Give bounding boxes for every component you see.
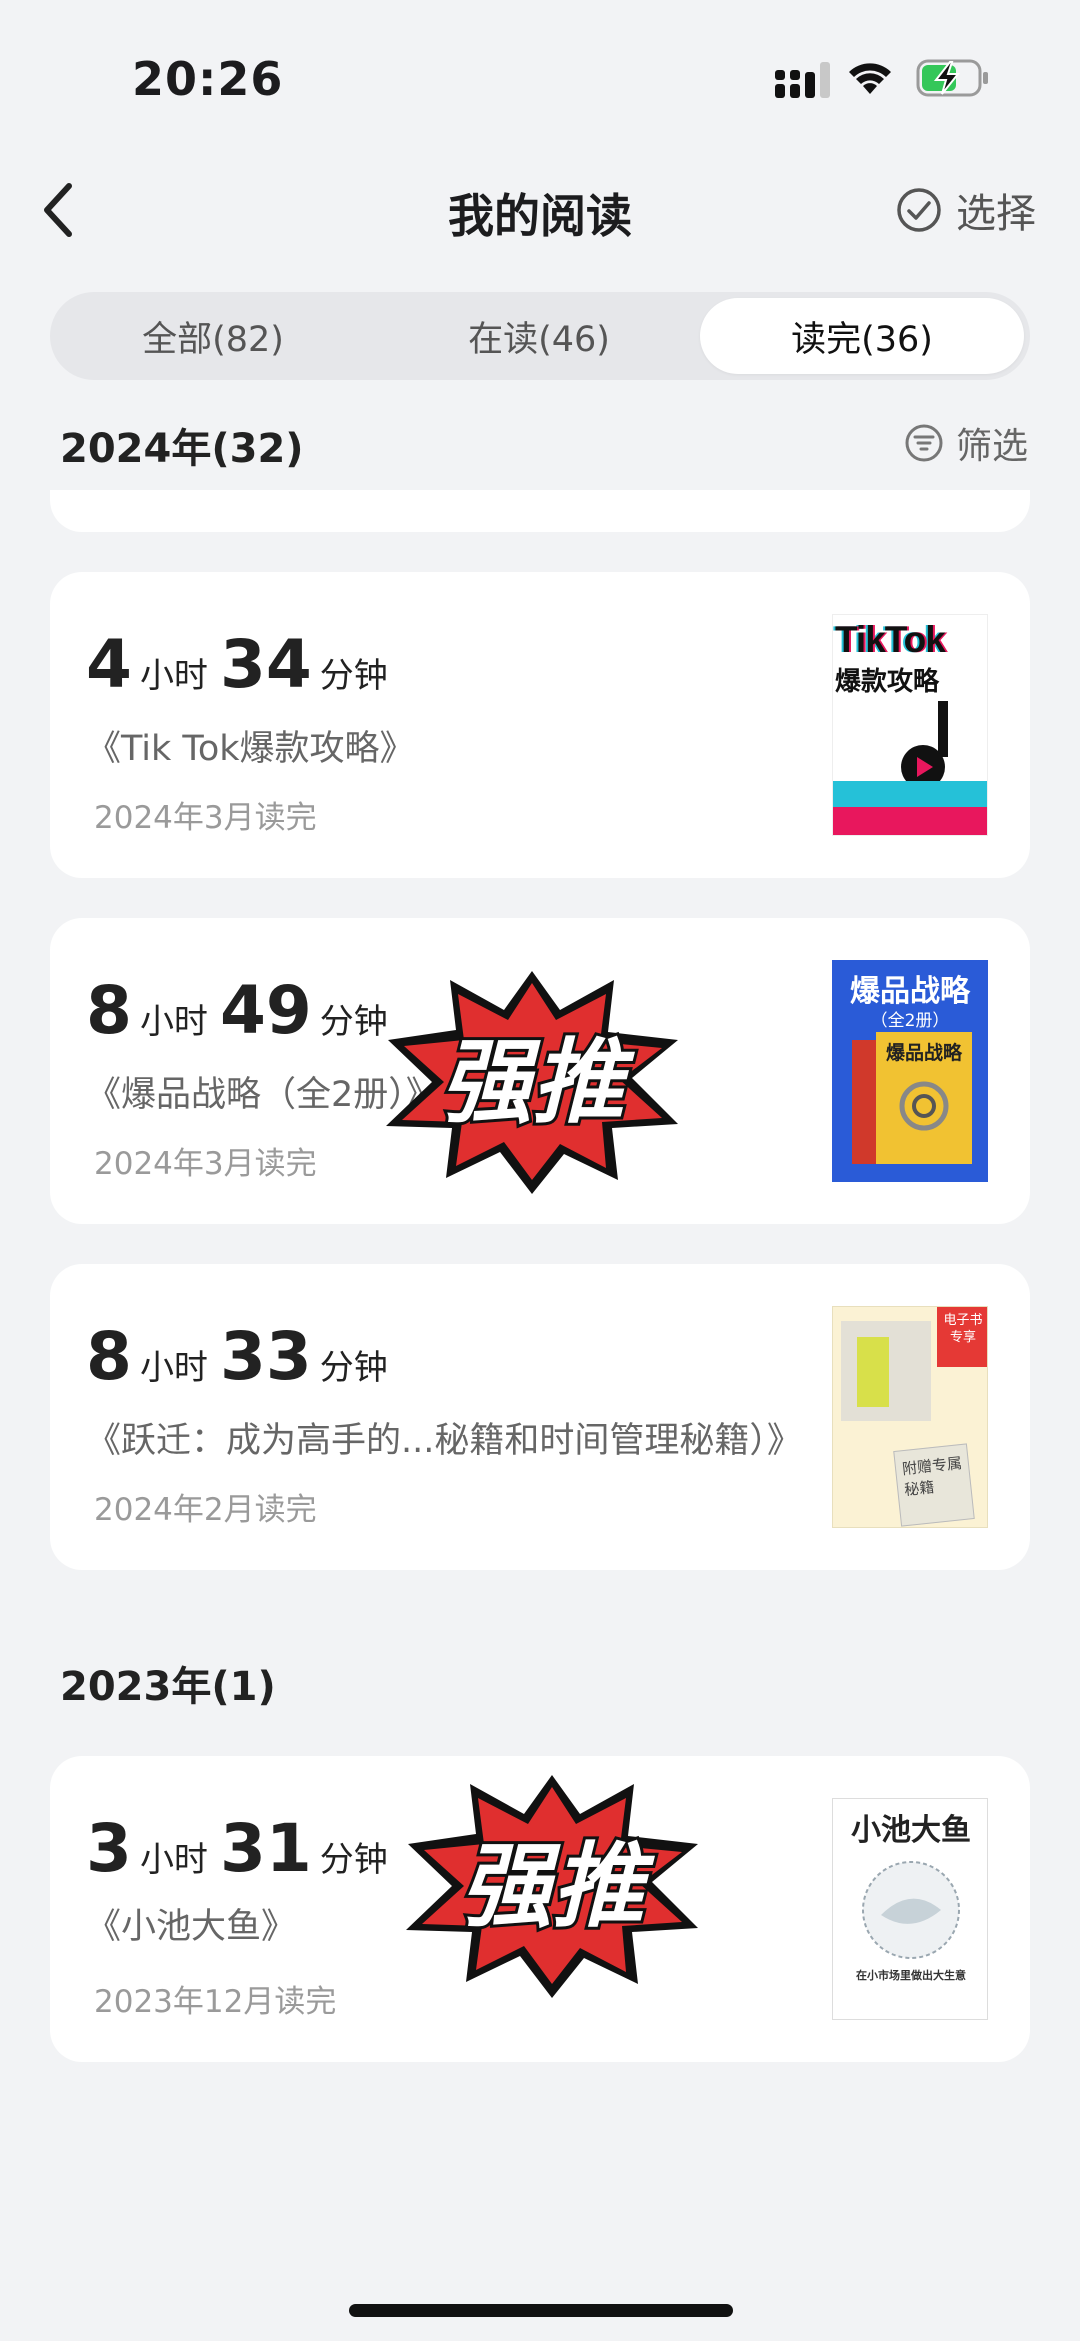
minute-unit: 分钟 — [319, 1348, 388, 1388]
hour-unit: 小时 — [139, 1002, 208, 1042]
hour-unit: 小时 — [139, 1348, 208, 1388]
minute-unit: 分钟 — [319, 1002, 388, 1042]
book-cover-xiaochidayu[interactable]: 小池大鱼 在小市场里做出大生意 — [832, 1798, 988, 2020]
finish-date: 2023年12月读完 — [94, 1984, 337, 2020]
duration-minutes: 31 — [219, 1810, 312, 1887]
book-cover-tiktok[interactable]: TikTok 爆款攻略 — [832, 614, 988, 836]
home-indicator — [349, 2304, 733, 2317]
book-cover-baopin[interactable]: 爆品战略 （全2册） 爆品战略 — [832, 960, 988, 1182]
book-card[interactable]: 4 小时 34 分钟 《Tik Tok爆款攻略》 2024年3月读完 TikTo… — [50, 572, 1030, 878]
status-time: 20:26 — [132, 52, 284, 106]
duration-minutes: 33 — [219, 1318, 312, 1395]
hour-unit: 小时 — [139, 656, 208, 696]
finish-date: 2024年2月读完 — [94, 1492, 317, 1528]
book-card[interactable]: 3 小时 31 分钟 《小池大鱼》 2023年12月读完 小池大鱼 在小市场里做… — [50, 1756, 1030, 2062]
card-partial-top[interactable] — [50, 490, 1030, 532]
reading-duration: 4 小时 34 分钟 — [86, 632, 400, 698]
status-bar: 20:26 — [0, 0, 1080, 150]
book-title: 《小池大鱼》 — [86, 1907, 297, 1947]
duration-minutes: 49 — [219, 972, 312, 1049]
book-title: 《跃迁：成为高手的...秘籍和时间管理秘籍）》 — [86, 1421, 802, 1461]
duration-hours: 4 — [86, 626, 132, 703]
reading-duration: 3 小时 31 分钟 — [86, 1816, 400, 1882]
sticker-text: 强推 — [460, 1833, 655, 1940]
book-card[interactable]: 8 小时 49 分钟 《爆品战略（全2册）》 2024年3月读完 爆品战略 （全… — [50, 918, 1030, 1224]
hour-unit: 小时 — [139, 1840, 208, 1880]
cellular-signal-icon — [775, 62, 830, 98]
wifi-icon — [849, 63, 891, 94]
select-label: 选择 — [956, 191, 1036, 237]
section-header-2024: 2024年(32) — [60, 426, 304, 472]
minute-unit: 分钟 — [319, 656, 388, 696]
duration-hours: 8 — [86, 1318, 132, 1395]
reading-duration: 8 小时 33 分钟 — [86, 1324, 400, 1390]
finish-date: 2024年3月读完 — [94, 1146, 317, 1182]
recommend-sticker: 强推 — [406, 1775, 698, 1998]
filter-label: 筛选 — [956, 426, 1029, 467]
duration-hours: 8 — [86, 972, 132, 1049]
section-header-2023: 2023年(1) — [60, 1664, 276, 1710]
filter-icon — [905, 424, 943, 462]
battery-charging-icon — [916, 59, 988, 97]
filter-button[interactable]: 筛选 — [904, 418, 1028, 468]
sticker-text: 强推 — [440, 1029, 635, 1136]
book-card[interactable]: 8 小时 33 分钟 《跃迁：成为高手的...秘籍和时间管理秘籍）》 2024年… — [50, 1264, 1030, 1570]
check-circle-icon — [897, 188, 941, 232]
finish-date: 2024年3月读完 — [94, 800, 317, 836]
book-title: 《Tik Tok爆款攻略》 — [86, 729, 415, 769]
select-button[interactable]: 选择 — [896, 180, 1036, 240]
recommend-sticker: 强推 — [386, 971, 678, 1194]
tab-all[interactable]: 全部(82) — [50, 292, 376, 380]
duration-hours: 3 — [86, 1810, 132, 1887]
tab-finished[interactable]: 读完(36) — [700, 298, 1024, 374]
tab-reading[interactable]: 在读(46) — [376, 292, 702, 380]
reading-tabs: 全部(82) 在读(46) 读完(36) — [50, 292, 1030, 380]
duration-minutes: 34 — [219, 626, 312, 703]
book-cover-yueqian[interactable]: 电子书 专享 附赠专属秘籍 — [832, 1306, 988, 1528]
minute-unit: 分钟 — [319, 1840, 388, 1880]
reading-duration: 8 小时 49 分钟 — [86, 978, 400, 1044]
